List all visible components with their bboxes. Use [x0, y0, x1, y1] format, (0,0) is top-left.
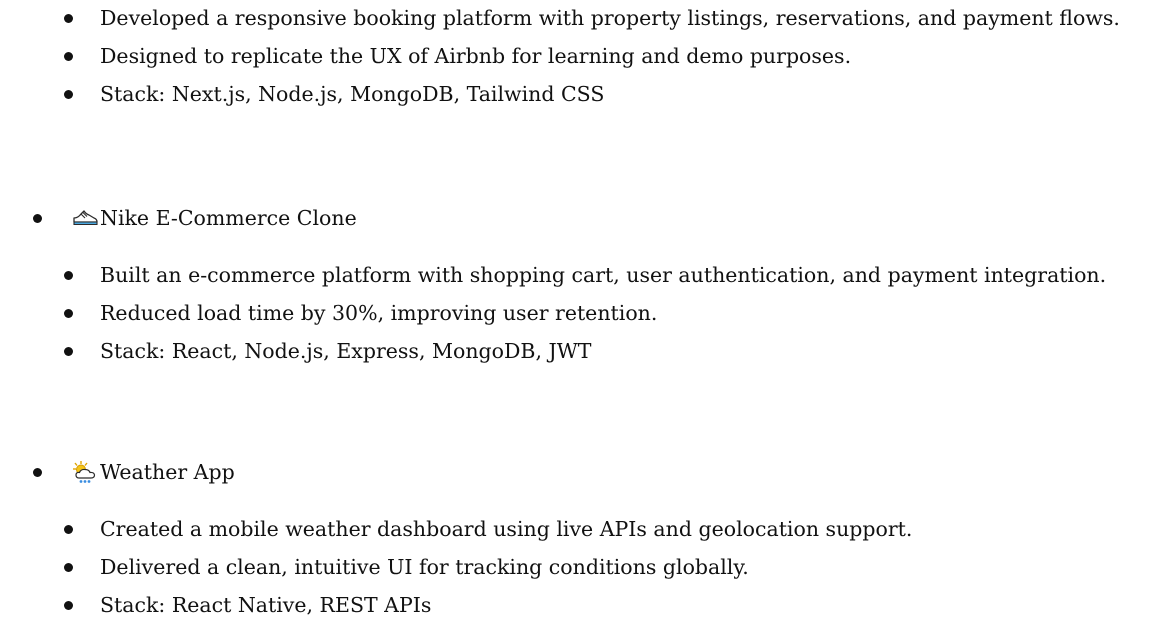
- project-heading: Weather App: [0, 455, 1140, 489]
- project-details-list: Created a mobile weather dashboard using…: [64, 513, 1144, 627]
- project-title: Weather App: [100, 460, 235, 484]
- project-detail-item: Stack: Next.js, Node.js, MongoDB, Tailwi…: [64, 78, 1144, 110]
- project-details-list: Built an e-commerce platform with shoppi…: [64, 259, 1144, 373]
- project-detail-item: Built an e-commerce platform with shoppi…: [64, 259, 1159, 291]
- sun-behind-rain-cloud-icon: [72, 460, 98, 484]
- project-detail-item: Stack: React Native, REST APIs: [64, 589, 1144, 621]
- resume-projects-section: Developed a responsive booking platform …: [0, 0, 1159, 638]
- sneaker-icon: [72, 206, 98, 230]
- project-detail-item: Created a mobile weather dashboard using…: [64, 513, 1144, 545]
- project-detail-item: Developed a responsive booking platform …: [64, 2, 1150, 34]
- bullet-dot: [33, 468, 42, 477]
- project-details-list: Developed a responsive booking platform …: [64, 2, 1144, 116]
- bullet-dot: [33, 214, 42, 223]
- project-detail-item: Reduced load time by 30%, improving user…: [64, 297, 1144, 329]
- project-detail-item: Designed to replicate the UX of Airbnb f…: [64, 40, 1144, 72]
- project-title: Nike E-Commerce Clone: [100, 206, 357, 230]
- project-heading: Nike E-Commerce Clone: [0, 201, 1140, 235]
- project-detail-item: Delivered a clean, intuitive UI for trac…: [64, 551, 1144, 583]
- project-detail-item: Stack: React, Node.js, Express, MongoDB,…: [64, 335, 1144, 367]
